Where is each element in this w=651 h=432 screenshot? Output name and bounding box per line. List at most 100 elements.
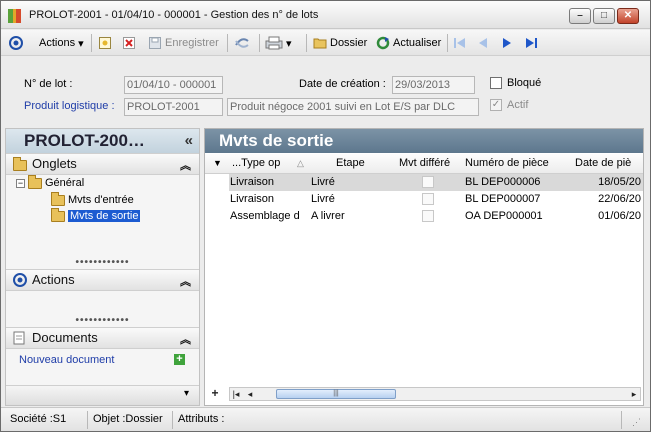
cell-deferred-checkbox[interactable] xyxy=(422,193,434,205)
cell-piece-number: BL DEP000006 xyxy=(465,176,541,188)
previous-record-button[interactable] xyxy=(476,34,490,52)
lot-form: N° de lot : 01/04/10 - 000001 Date de cr… xyxy=(1,57,650,127)
blocked-checkbox[interactable] xyxy=(490,77,502,89)
chevron-up-icon[interactable]: ︽ xyxy=(180,272,191,292)
first-icon xyxy=(453,36,467,50)
document-icon xyxy=(13,331,25,351)
last-record-button[interactable] xyxy=(524,34,538,52)
chevron-up-icon[interactable]: ︽ xyxy=(180,330,191,350)
refresh-button[interactable]: Actualiser xyxy=(376,34,441,52)
next-icon xyxy=(500,36,514,50)
toolbar-separator xyxy=(447,34,448,52)
folder-label: Dossier xyxy=(330,37,368,49)
table-row[interactable]: Assemblage d A livrer OA DEP000001 01/06… xyxy=(229,208,643,225)
cell-piece-date: 22/06/20 xyxy=(598,193,641,205)
chevron-down-icon[interactable]: ▾ xyxy=(184,388,189,399)
new-button[interactable] xyxy=(98,34,112,52)
save-button[interactable]: Enregistrer xyxy=(148,34,219,52)
status-separator xyxy=(621,411,622,429)
scroll-first-icon[interactable]: |◂ xyxy=(230,388,242,400)
close-button[interactable]: ✕ xyxy=(617,8,639,24)
next-record-button[interactable] xyxy=(500,34,514,52)
column-header-piece-date[interactable]: Date de piè xyxy=(575,157,631,169)
resize-grip-icon[interactable]: ⋰ xyxy=(629,415,641,431)
column-header-type[interactable]: ...Type op xyxy=(232,157,280,169)
maximize-button[interactable]: □ xyxy=(593,8,615,24)
right-panel-title: Mvts de sortie xyxy=(205,129,643,153)
column-header-stage[interactable]: Etape xyxy=(336,157,365,169)
cell-stage: A livrer xyxy=(311,210,345,222)
link-button[interactable] xyxy=(234,34,249,52)
active-label: Actif xyxy=(507,99,529,111)
table-row[interactable]: Livraison Livré BL DEP000006 18/05/20 xyxy=(229,174,643,191)
main-window: PROLOT-2001 - 01/04/10 - 000001 - Gestio… xyxy=(0,0,651,432)
cell-deferred-checkbox[interactable] xyxy=(422,210,434,222)
title-bar[interactable]: PROLOT-2001 - 01/04/10 - 000001 - Gestio… xyxy=(1,1,650,29)
chevron-up-icon[interactable]: ︽ xyxy=(180,156,191,176)
cell-deferred-checkbox[interactable] xyxy=(422,176,434,188)
documents-section-header[interactable]: Documents ︽ xyxy=(6,327,199,349)
column-header-deferred[interactable]: Mvt différé xyxy=(399,157,450,169)
cell-piece-date: 18/05/20 xyxy=(598,176,641,188)
target-icon xyxy=(13,273,27,293)
print-menu[interactable]: ▾ xyxy=(265,34,292,52)
last-icon xyxy=(524,36,538,50)
cell-type: Assemblage d xyxy=(230,210,300,222)
tree-item-entry-label: Mvts d'entrée xyxy=(68,194,134,206)
folder-icon xyxy=(28,174,42,189)
status-company: Société :S1 xyxy=(10,413,67,425)
dropdown-arrow-icon: ▾ xyxy=(286,37,292,50)
dropdown-arrow-icon: ▾ xyxy=(78,37,84,50)
delete-button[interactable] xyxy=(122,34,136,52)
toolbar-separator xyxy=(259,34,260,52)
column-header-piece-number[interactable]: Numéro de pièce xyxy=(465,157,549,169)
tree-item-general[interactable]: − Général xyxy=(16,174,84,189)
scroll-right-icon[interactable]: ▸ xyxy=(628,388,640,400)
new-document-link[interactable]: Nouveau document xyxy=(19,354,114,366)
cell-stage: Livré xyxy=(311,193,335,205)
tabs-section-header[interactable]: Onglets ︽ xyxy=(6,153,199,175)
tree-item-entry-movements[interactable]: Mvts d'entrée xyxy=(51,191,134,206)
tree-item-exit-label: Mvts de sortie xyxy=(68,210,141,222)
toolbar: Actions ▾ Enregistrer ▾ Dossier Actualis… xyxy=(1,30,650,56)
table-row[interactable]: Livraison Livré BL DEP000007 22/06/20 xyxy=(229,191,643,208)
documents-section-label: Documents xyxy=(32,330,98,345)
cell-piece-number: OA DEP000001 xyxy=(465,210,543,222)
lot-number-field[interactable]: 01/04/10 - 000001 xyxy=(124,76,223,94)
scrollbar-thumb[interactable]: ||| xyxy=(276,389,396,399)
splitter-grip[interactable]: •••••••••••• xyxy=(6,257,199,268)
splitter-grip[interactable]: •••••••••••• xyxy=(6,315,199,326)
product-code-field[interactable]: PROLOT-2001 xyxy=(124,98,223,116)
creation-date-field[interactable]: 29/03/2013 xyxy=(392,76,475,94)
add-document-icon[interactable]: + xyxy=(174,354,185,365)
previous-icon xyxy=(476,36,490,50)
nav-target-button[interactable] xyxy=(9,34,23,52)
collapse-panel-icon[interactable]: « xyxy=(185,129,193,153)
target-icon xyxy=(9,36,23,50)
first-record-button[interactable] xyxy=(453,34,467,52)
link-arrows-icon xyxy=(234,36,249,50)
product-logistics-link[interactable]: Produit logistique : xyxy=(24,100,115,112)
actions-section-header[interactable]: Actions ︽ xyxy=(6,269,199,291)
save-icon xyxy=(148,36,162,50)
column-chooser-icon[interactable]: ▼ xyxy=(213,158,222,168)
blocked-label: Bloqué xyxy=(507,77,542,89)
printer-icon xyxy=(265,36,283,50)
actions-menu[interactable]: Actions ▾ xyxy=(39,34,84,52)
product-description-field[interactable]: Produit négoce 2001 suivi en Lot E/S par… xyxy=(227,98,479,116)
status-bar: Société :S1 Objet :Dossier Attributs : ⋰ xyxy=(1,407,650,431)
status-separator xyxy=(87,411,88,429)
minimize-button[interactable]: – xyxy=(569,8,591,24)
active-checkbox[interactable]: ✓ xyxy=(490,99,502,111)
tree-collapse-icon[interactable]: − xyxy=(16,178,25,188)
tree-item-exit-movements[interactable]: Mvts de sortie xyxy=(51,207,141,222)
horizontal-scrollbar[interactable]: |◂ ◂ ||| ▸ xyxy=(229,387,641,401)
toolbar-separator xyxy=(91,34,92,52)
folder-button[interactable]: Dossier xyxy=(313,34,367,52)
exit-movements-panel: Mvts de sortie ▼ ...Type op △ Etape Mvt … xyxy=(204,128,644,406)
scroll-left-icon[interactable]: ◂ xyxy=(244,388,256,400)
add-row-icon[interactable]: + xyxy=(209,387,221,400)
left-panel-title: PROLOT-200… « xyxy=(6,129,199,153)
folder-icon xyxy=(313,36,327,50)
window-title: PROLOT-2001 - 01/04/10 - 000001 - Gestio… xyxy=(29,9,319,21)
